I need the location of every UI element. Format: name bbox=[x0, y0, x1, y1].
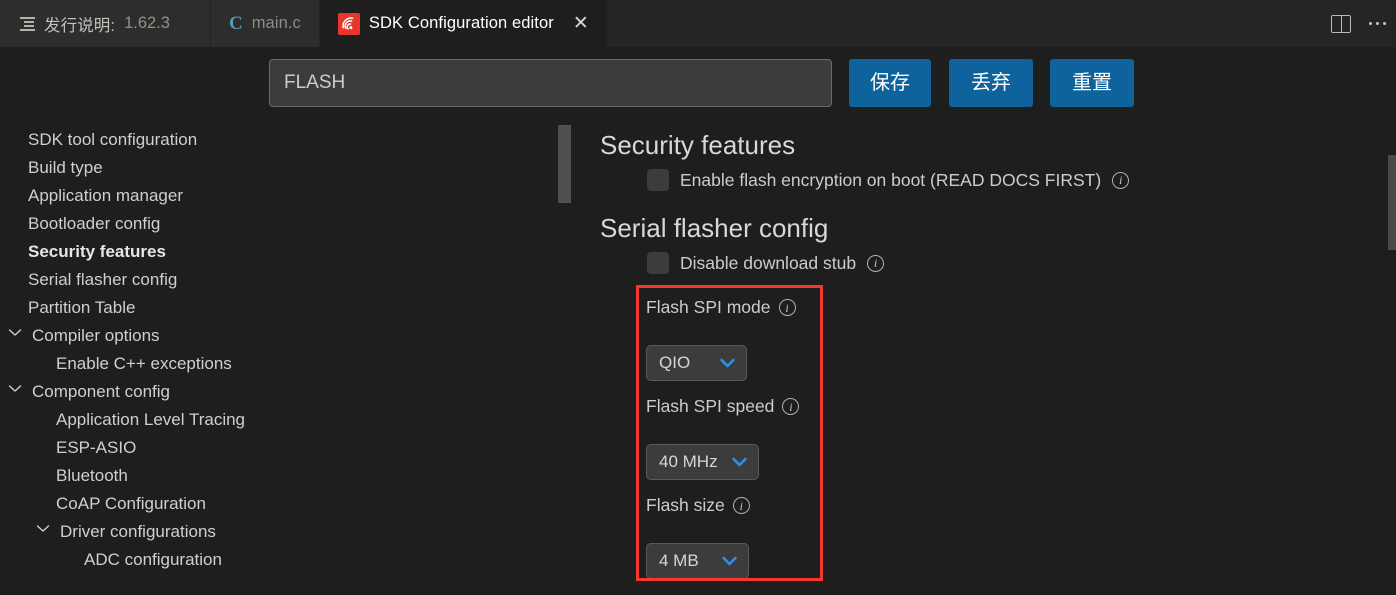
field-label-text-flash-spi-mode: Flash SPI mode bbox=[646, 297, 771, 317]
info-icon[interactable]: i bbox=[732, 497, 750, 514]
tab-label-main-c: main.c bbox=[251, 14, 301, 32]
chevron-down-icon bbox=[720, 358, 735, 368]
sidebar-item-sdk-tool-configuration[interactable]: SDK tool configuration bbox=[0, 125, 545, 153]
dropdown-flash-size[interactable]: 4 MB bbox=[646, 543, 749, 579]
checkbox-enable-flash-encryption[interactable] bbox=[647, 169, 669, 191]
chevron-down-icon bbox=[732, 457, 747, 467]
checkbox-label-disable-download-stub: Disable download stub bbox=[680, 252, 857, 273]
tab-label-sdk-config: SDK Configuration editor bbox=[368, 14, 554, 32]
reset-button[interactable]: 重置 bbox=[1050, 59, 1134, 107]
sidebar-item-label: ADC configuration bbox=[84, 549, 222, 569]
sidebar-item-label: Application manager bbox=[28, 185, 183, 205]
sidebar-item-label: Build type bbox=[28, 157, 103, 177]
split-editor-icon[interactable] bbox=[1330, 14, 1351, 33]
checkbox-row-disable-download-stub[interactable]: Disable download stub i bbox=[647, 252, 885, 274]
chevron-down-icon[interactable] bbox=[8, 384, 22, 398]
more-actions-icon[interactable] bbox=[1368, 21, 1386, 26]
chevron-down-icon[interactable] bbox=[36, 524, 50, 538]
editor-tab-bar: 发行说明: 1.62.3 C main.c SDK Configuration … bbox=[0, 0, 1396, 47]
chevron-down-icon[interactable] bbox=[8, 328, 22, 342]
field-label-flash-spi-speed: Flash SPI speed i bbox=[646, 396, 800, 417]
sidebar-item-application-manager[interactable]: Application manager bbox=[0, 181, 545, 209]
sidebar-item-label: SDK tool configuration bbox=[28, 129, 198, 149]
save-button[interactable]: 保存 bbox=[849, 59, 931, 107]
sidebar-item-bluetooth[interactable]: Bluetooth bbox=[0, 461, 545, 489]
info-icon[interactable]: i bbox=[867, 254, 885, 272]
content-scrollbar-left[interactable] bbox=[558, 125, 571, 203]
dropdown-value-flash-size: 4 MB bbox=[659, 551, 699, 570]
checkbox-row-flash-encryption[interactable]: Enable flash encryption on boot (READ DO… bbox=[647, 169, 1130, 191]
sidebar-item-label: CoAP Configuration bbox=[56, 493, 206, 513]
config-menu-sidebar[interactable]: SDK tool configuration Build type Applicat… bbox=[0, 125, 545, 595]
checkbox-label-enable-flash-encryption: Enable flash encryption on boot (READ DO… bbox=[680, 169, 1102, 190]
sidebar-item-label: Enable C++ exceptions bbox=[56, 353, 232, 373]
sidebar-item-serial-flasher-config[interactable]: Serial flasher config bbox=[0, 265, 545, 293]
field-label-flash-size: Flash size i bbox=[646, 495, 750, 516]
field-label-flash-spi-mode: Flash SPI mode i bbox=[646, 297, 796, 318]
dropdown-value-flash-spi-speed: 40 MHz bbox=[659, 452, 718, 471]
sidebar-item-esp-asio[interactable]: ESP-ASIO bbox=[0, 433, 545, 461]
section-title-serial-flasher-config: Serial flasher config bbox=[600, 213, 829, 243]
dropdown-flash-spi-mode[interactable]: QIO bbox=[646, 345, 747, 381]
sidebar-item-label: Driver configurations bbox=[60, 521, 216, 541]
close-icon[interactable]: ✕ bbox=[573, 14, 589, 33]
sidebar-item-application-level-tracing[interactable]: Application Level Tracing bbox=[0, 405, 545, 433]
sidebar-item-component-config[interactable]: Component config bbox=[0, 377, 545, 405]
sidebar-item-coap-configuration[interactable]: CoAP Configuration bbox=[0, 489, 545, 517]
chevron-down-icon bbox=[722, 556, 737, 566]
dropdown-value-flash-spi-mode: QIO bbox=[659, 353, 691, 372]
search-input[interactable] bbox=[269, 59, 832, 107]
editor-toolbar: 保存 丢弃 重置 bbox=[0, 47, 1396, 119]
checkbox-disable-download-stub[interactable] bbox=[647, 252, 669, 274]
info-icon[interactable]: i bbox=[782, 398, 800, 415]
sidebar-item-adc-configuration[interactable]: ADC configuration bbox=[0, 545, 545, 573]
sidebar-item-label: Compiler options bbox=[32, 325, 160, 345]
dropdown-flash-spi-speed[interactable]: 40 MHz bbox=[646, 444, 759, 480]
tab-release-notes[interactable]: 发行说明: 1.62.3 bbox=[0, 0, 211, 47]
tab-label-release-notes: 发行说明: bbox=[44, 16, 116, 35]
sidebar-item-security-features[interactable]: Security features bbox=[0, 237, 545, 265]
field-label-text-flash-spi-speed: Flash SPI speed bbox=[646, 396, 775, 416]
sidebar-item-label: Serial flasher config bbox=[28, 269, 178, 289]
sidebar-item-partition-table[interactable]: Partition Table bbox=[0, 293, 545, 321]
sidebar-item-enable-c-exceptions[interactable]: Enable C++ exceptions bbox=[0, 349, 545, 377]
sidebar-item-bootloader-config[interactable]: Bootloader config bbox=[0, 209, 545, 237]
sidebar-item-label: Partition Table bbox=[28, 297, 136, 317]
sidebar-item-build-type[interactable]: Build type bbox=[0, 153, 545, 181]
sidebar-item-label: Component config bbox=[32, 381, 170, 401]
lines-icon bbox=[20, 16, 35, 31]
sidebar-item-label: Security features bbox=[28, 241, 166, 261]
info-icon[interactable]: i bbox=[1112, 171, 1130, 189]
discard-button[interactable]: 丢弃 bbox=[949, 59, 1033, 107]
sidebar-item-label: ESP-ASIO bbox=[56, 437, 137, 457]
tab-sdk-configuration-editor[interactable]: SDK Configuration editor ✕ bbox=[319, 0, 608, 47]
sidebar-item-driver-configurations[interactable]: Driver configurations bbox=[0, 517, 545, 545]
c-file-icon: C bbox=[228, 13, 243, 34]
tab-version-release-notes: 1.62.3 bbox=[124, 14, 170, 32]
section-title-security-features: Security features bbox=[600, 130, 796, 160]
esp-idf-icon bbox=[337, 12, 360, 35]
info-icon[interactable]: i bbox=[778, 299, 796, 316]
tab-bar-actions bbox=[1330, 0, 1386, 47]
field-label-text-flash-size: Flash size bbox=[646, 495, 725, 515]
sidebar-item-label: Bootloader config bbox=[28, 213, 161, 233]
config-content-panel: Security features Enable flash encryptio… bbox=[545, 119, 1396, 595]
tab-main-c[interactable]: C main.c bbox=[210, 0, 320, 47]
sidebar-item-label: Bluetooth bbox=[56, 465, 128, 485]
content-scrollbar-right[interactable] bbox=[1388, 155, 1396, 250]
sidebar-item-compiler-options[interactable]: Compiler options bbox=[0, 321, 545, 349]
sidebar-item-label: Application Level Tracing bbox=[56, 409, 246, 429]
